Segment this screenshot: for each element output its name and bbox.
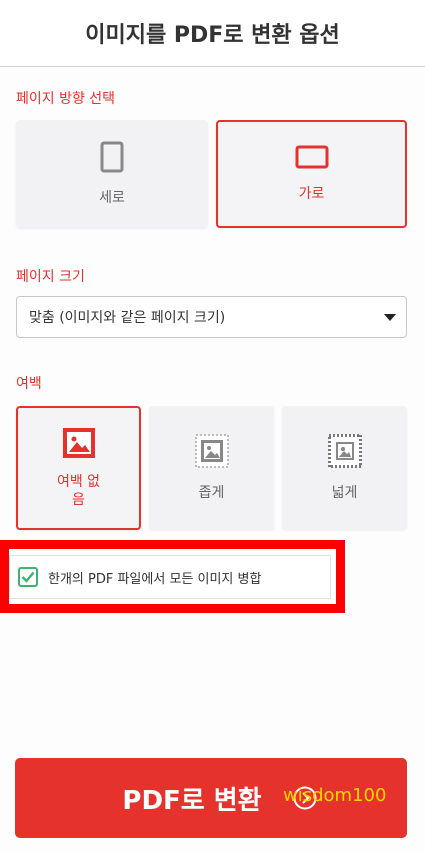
orientation-portrait-option[interactable]: 세로 bbox=[16, 120, 208, 228]
margin-small-option[interactable]: 좁게 bbox=[149, 406, 274, 530]
small-margin-image-icon bbox=[194, 434, 229, 472]
merge-label: 한개의 PDF 파일에서 모든 이미지 병합 bbox=[48, 571, 262, 587]
convert-button-label: PDF로 변환 bbox=[122, 785, 262, 816]
check-icon bbox=[21, 571, 35, 583]
big-margin-image-icon bbox=[326, 433, 363, 472]
no-margin-image-icon bbox=[62, 427, 96, 463]
page-size-section-label: 페이지 크기 bbox=[16, 269, 85, 285]
margin-small-label: 좁게 bbox=[198, 485, 225, 501]
portrait-label: 세로 bbox=[99, 190, 125, 206]
margin-big-option[interactable]: 넓게 bbox=[282, 406, 407, 530]
caret-down-icon bbox=[384, 314, 396, 321]
merge-checkbox[interactable] bbox=[18, 567, 38, 587]
page-size-select[interactable]: 맞춤 (이미지와 같은 페이지 크기) bbox=[16, 296, 407, 338]
landscape-label: 가로 bbox=[298, 186, 325, 202]
margin-section-label: 여백 bbox=[16, 376, 42, 392]
margin-none-option[interactable]: 여백 없 음 bbox=[16, 406, 141, 530]
landscape-page-icon bbox=[295, 145, 329, 173]
portrait-page-icon bbox=[100, 141, 124, 177]
orientation-section-label: 페이지 방향 선택 bbox=[16, 91, 116, 107]
page-size-value: 맞춤 (이미지와 같은 페이지 크기) bbox=[29, 310, 226, 326]
margin-none-label: 여백 없 음 bbox=[56, 474, 101, 508]
orientation-landscape-option[interactable]: 가로 bbox=[216, 120, 407, 228]
margin-big-label: 넓게 bbox=[331, 485, 358, 501]
watermark: wisdom100 bbox=[283, 785, 387, 806]
page-title: 이미지를 PDF로 변환 옵션 bbox=[0, 0, 425, 67]
merge-option[interactable]: 한개의 PDF 파일에서 모든 이미지 병합 bbox=[9, 555, 331, 599]
